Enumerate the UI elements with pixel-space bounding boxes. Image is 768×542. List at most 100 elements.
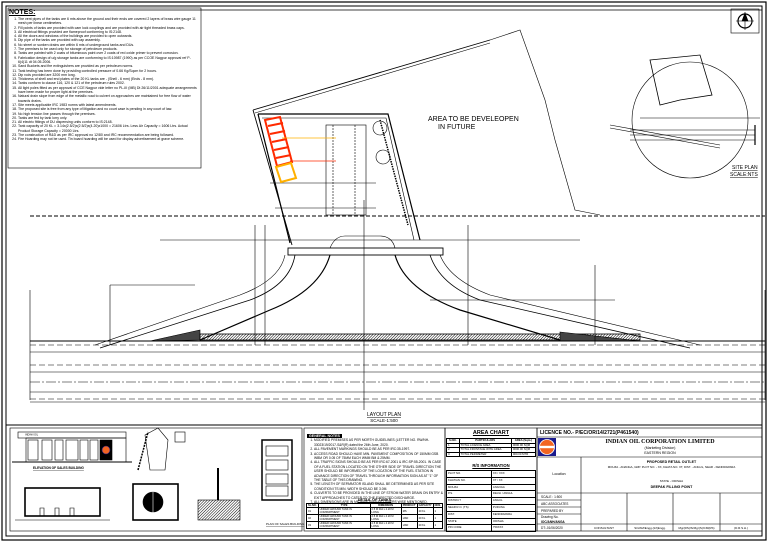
future-area-label-2: IN FUTURE	[438, 124, 476, 131]
project-title: PROPOSED RETAIL OUTLET	[646, 460, 697, 464]
elevation-title: ELEVATION OF SALES BUILDING	[33, 466, 84, 470]
site-plan-scale: SCALE:NTS	[730, 172, 758, 178]
division: (Marketing Division)	[644, 446, 676, 450]
outlet-name: DEEPAK FILLING POINT	[650, 485, 693, 489]
table-cell: STATE	[446, 517, 492, 526]
sign-manager: Mgr(RS)/SrMgr(S)/CM(RS)	[678, 526, 715, 530]
future-area-label-1: AREA TO BE DEVELEOPEN	[428, 116, 519, 123]
table-cell: 01	[306, 507, 319, 515]
table-header-cell: PRODUCT	[400, 503, 418, 508]
licence-number: LICENCE NO.- P/EC/OR/14/2721(P461540)	[540, 430, 639, 436]
table-cell: 02	[306, 514, 319, 522]
table-cell: UNDER GROUND TANK IN COMPARTMENT	[317, 521, 371, 529]
rs-info-row: PIN CODE 759XXX	[446, 524, 537, 533]
drawing-sheet: SITE PLAN SCALE:NTS AREA TO BE DEVELEOPE…	[0, 0, 768, 542]
location-label: Location	[552, 472, 566, 476]
tank-table-title: DETAIL OF TANKS	[357, 498, 392, 502]
project-state: STATE - ODISHA	[659, 479, 684, 483]
area-chart-table: S.NO. PARTICULARS AREA (Sqm.) 1. TOTAL LICEN…	[446, 438, 537, 458]
note-item: Natural drain slope from edge of the met…	[18, 94, 199, 103]
table-cell: ANGUL	[490, 497, 537, 505]
property-boundary	[252, 29, 601, 246]
company-name: INDIAN OIL CORPORATION LIMITED	[605, 439, 715, 445]
table-cell: 2.5 M DIA x 4.20 M LONG	[369, 507, 402, 515]
table-cell: 759XXX	[490, 524, 537, 533]
table-cell: XT / XX	[490, 476, 537, 485]
rs-info-title: R/S INFORMATION	[472, 463, 510, 468]
table-cell: 1	[432, 521, 444, 529]
indian-oil-logo	[538, 438, 556, 456]
table-cell: UNDER GROUND TANK IN COMPARTMENT	[317, 514, 371, 522]
area-chart-title: AREA CHART	[472, 430, 510, 436]
table-cell: 1	[432, 507, 444, 515]
tank-table: SL.NO. TYPE DIMENSION PRODUCT CAPACITY NOS. 01…	[306, 503, 444, 529]
rs-info-row: DIST. KENDRAPARA	[446, 510, 537, 519]
rs-info-row: NEAR R.O. (TS) PURUNA	[446, 503, 537, 512]
sign-consultant: CONSULTANT	[594, 526, 614, 530]
region: EASTERN REGION	[644, 451, 676, 455]
tank-row: 02 UNDER GROUND TANK IN COMPARTMENT 2.5 M …	[306, 514, 444, 522]
table-cell: 1	[432, 514, 444, 522]
underground-tanks	[263, 115, 336, 184]
drawing-scale: SCALE : 1:500	[541, 495, 563, 499]
table-cell: MS	[400, 507, 418, 515]
table-cell: PIN CODE	[446, 524, 492, 533]
note-item: Fabrication design of u/g storage tanks …	[18, 56, 199, 65]
notes-panel: NOTES: The vent pipes of the tanks are 6…	[9, 9, 199, 167]
tank-section-details	[15, 427, 293, 521]
general-note-item: THE LENGTH OF SEPARATOR ISLAND SHALL BE …	[314, 482, 443, 491]
tank-row: 01 UNDER GROUND TANK IN COMPARTMENT 2.5 M …	[306, 507, 444, 515]
table-cell: HSD	[400, 521, 418, 529]
table-cell: HSD	[400, 514, 418, 522]
table-cell: TOTAL PERIMETER	[458, 451, 512, 458]
rs-info-table: PLOT NO. XX / XXX KHATIAN NO. XT / XX MOUZA A…	[446, 470, 537, 533]
table-cell: DISTRICT	[446, 497, 492, 505]
rs-info-row: KHATIAN NO. XT / XX	[446, 476, 537, 485]
table-cell: 3.	[446, 451, 460, 458]
rs-info-row: STATE ODISHA	[446, 517, 537, 526]
prepared-by-label: PREPARED BY	[541, 509, 564, 513]
table-cell: 2.5 M DIA x 4.20 M LONG	[369, 521, 402, 529]
table-cell: KENDRAPARA	[490, 510, 537, 519]
area-row: 3. TOTAL PERIMETER 000.00 MTR	[446, 451, 537, 458]
drawing-number-label: Drawing No.	[541, 515, 559, 519]
table-header-cell: CAPACITY	[416, 503, 434, 508]
note-item: Tank capacity of 20 KL = 3.14x(2.5/2)x(2…	[18, 124, 199, 133]
plan-of-sales-building-title: PLAN OF SALES BUILDING	[266, 522, 305, 526]
drawing-number: IOC/ANH/ANGA	[541, 519, 565, 524]
note-item: Fire Hoarding may not be used. Tin board…	[18, 137, 199, 141]
table-cell: ANANGA	[490, 483, 537, 492]
table-cell: DIST.	[446, 510, 492, 519]
table-cell: P.S.	[446, 490, 492, 499]
site-plan-inset	[609, 54, 760, 179]
table-cell: DEULI / ANGUL	[490, 490, 537, 499]
table-cell: XX / XXX	[490, 470, 537, 478]
north-arrow-icon	[730, 8, 760, 34]
table-cell: NEAR R.O. (TS)	[446, 503, 492, 512]
table-cell: 2.5 M DIA x 4.20 M LONG	[369, 514, 402, 522]
brand-label: INDIAN OIL	[25, 434, 39, 437]
forecourt	[94, 200, 701, 410]
table-cell: 20 KL	[416, 521, 434, 529]
consultant-firm: ABC ASSOCIATES	[541, 502, 569, 506]
table-cell: 20 KL	[416, 514, 434, 522]
general-notes-list: MODIFIED PREMISES AS PER MORTH GUIDELINE…	[307, 438, 443, 504]
rs-info-row: DISTRICT ANGUL	[446, 497, 537, 505]
rs-info-row: MOUZA ANANGA	[446, 483, 537, 492]
table-cell: ODISHA	[490, 517, 537, 526]
table-header-cell: SL.NO.	[306, 503, 319, 508]
table-cell: 20 KL	[416, 507, 434, 515]
table-cell: UNDER GROUND TANK IN COMPARTMENT	[317, 507, 371, 515]
site-plan-title: SITE PLAN	[732, 165, 758, 171]
general-note-item: ALL TRAFFIC SIGNS SHOULD BE AS PER IRC:6…	[314, 460, 443, 482]
note-item: All light poles fitted as per approval o…	[18, 86, 199, 95]
highway	[29, 290, 766, 403]
notes-title: NOTES:	[9, 9, 36, 16]
drawing-date: DT:-01/06/2020	[541, 526, 563, 530]
table-cell: KHATIAN NO.	[446, 476, 492, 485]
note-item: The vent pipes of the tanks are 6 mts ab…	[18, 17, 199, 26]
building-outline	[257, 113, 421, 244]
table-cell: PLOT NO.	[446, 470, 492, 478]
tank-row: 03 UNDER GROUND TANK IN COMPARTMENT 2.5 M …	[306, 521, 444, 529]
elevation-of-sales-building	[12, 431, 132, 463]
